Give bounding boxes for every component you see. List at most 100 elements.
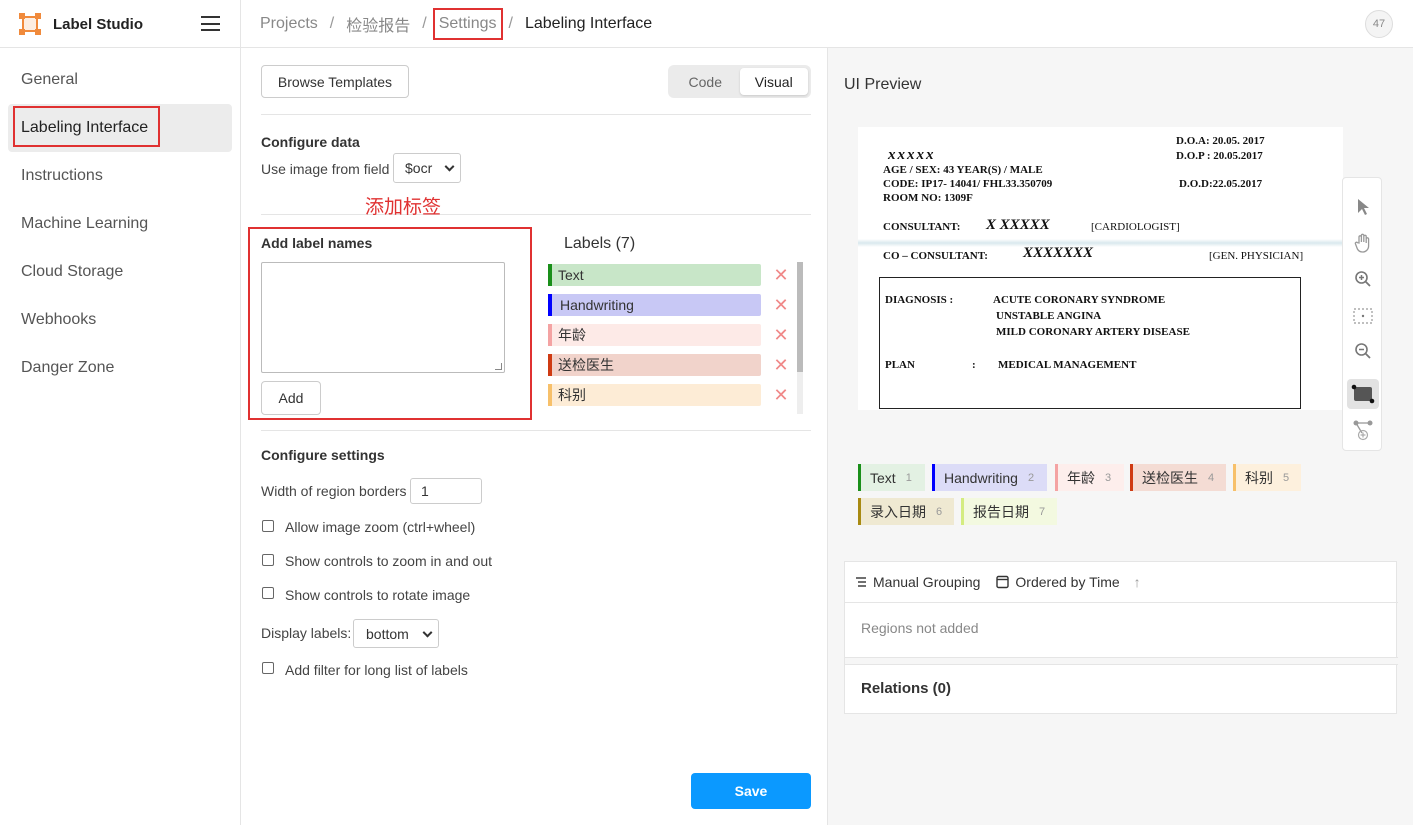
manual-grouping-label: Manual Grouping — [873, 574, 981, 590]
preview-label-name: Handwriting — [944, 469, 1018, 486]
doc-doa: D.O.A: 20.05. 2017 — [1176, 135, 1265, 147]
avatar[interactable]: 47 — [1365, 10, 1393, 38]
preview-label-hotkey: 7 — [1039, 505, 1046, 518]
rectangle-tool-icon[interactable] — [1347, 379, 1379, 409]
label-filter-checkbox[interactable] — [262, 662, 274, 674]
label-name: 送检医生 — [558, 357, 614, 373]
list-icon — [856, 577, 866, 587]
document-image[interactable]: xxxxx D.O.A: 20.05. 2017 D.O.P : 20.05.2… — [858, 127, 1343, 410]
breadcrumb-project[interactable]: 检验报告 — [346, 12, 410, 36]
relation-tool-icon[interactable] — [1347, 415, 1379, 445]
sidebar-item-instructions[interactable]: Instructions — [8, 152, 232, 200]
delete-label-icon[interactable]: ✕ — [768, 292, 794, 318]
label-chip[interactable]: Text — [548, 264, 761, 286]
sidebar-item-machine-learning[interactable]: Machine Learning — [8, 200, 232, 248]
annotation-note: 添加标签 — [365, 197, 442, 218]
doc-gen-physician: [GEN. PHYSICIAN] — [1209, 250, 1304, 262]
label-name: 科别 — [558, 387, 586, 403]
preview-label-chip[interactable]: Handwriting 2 — [932, 464, 1047, 491]
preview-label-name: 送检医生 — [1142, 469, 1198, 486]
tab-code[interactable]: Code — [671, 68, 740, 95]
add-label-names-title: Add label names — [261, 235, 373, 251]
label-item: Text ✕ — [548, 262, 803, 292]
doc-diag1: ACUTE CORONARY SYNDROME — [993, 294, 1166, 306]
sidebar-item-labeling-interface[interactable]: Labeling Interface — [8, 104, 232, 152]
sidebar-item-webhooks[interactable]: Webhooks — [8, 296, 232, 344]
image-zoom-checkbox[interactable] — [262, 520, 274, 532]
preview-label-name: Text — [870, 469, 896, 486]
resize-grip-icon[interactable] — [495, 363, 502, 370]
zoom-controls-checkbox[interactable] — [262, 554, 274, 566]
config-panel: Browse Templates Code Visual Configure d… — [241, 48, 828, 825]
label-item: 送检医生 ✕ — [548, 352, 803, 382]
breadcrumb-settings[interactable]: Settings — [432, 8, 503, 40]
divider — [261, 430, 811, 431]
label-chip[interactable]: 送检医生 — [548, 354, 761, 376]
preview-label-hotkey: 6 — [936, 505, 943, 518]
delete-label-icon[interactable]: ✕ — [768, 262, 794, 288]
doc-plan-colon: : — [972, 359, 976, 371]
menu-icon[interactable] — [201, 16, 220, 31]
image-zoom-label: Allow image zoom (ctrl+wheel) — [285, 519, 476, 535]
preview-label-chip[interactable]: 科别 5 — [1233, 464, 1301, 491]
sort-arrow-up-icon[interactable]: ↑ — [1134, 574, 1141, 590]
preview-label-chip[interactable]: 报告日期 7 — [961, 498, 1057, 525]
manual-grouping-button[interactable]: Manual Grouping — [855, 574, 980, 590]
brand[interactable]: Label Studio — [0, 0, 241, 48]
label-names-textarea[interactable] — [261, 262, 505, 373]
rotate-controls-label: Show controls to rotate image — [285, 587, 471, 603]
preview-label-chip[interactable]: Text 1 — [858, 464, 925, 491]
sidebar-item-danger-zone[interactable]: Danger Zone — [8, 344, 232, 392]
patient-name: xxxxx — [888, 147, 936, 163]
regions-header: Manual Grouping Ordered by Time ↑ — [845, 562, 1398, 603]
pan-hand-icon[interactable] — [1347, 228, 1379, 258]
preview-label-chip[interactable]: 录入日期 6 — [858, 498, 954, 525]
ordered-by-time-label: Ordered by Time — [1015, 574, 1120, 590]
fit-to-screen-icon[interactable] — [1347, 301, 1379, 331]
sidebar-item-general[interactable]: General — [8, 56, 232, 104]
region-border-input[interactable]: 1 — [410, 478, 482, 504]
top-bar: Label Studio Projects / 检验报告 / Settings … — [0, 0, 1413, 48]
delete-label-icon[interactable]: ✕ — [768, 382, 794, 408]
zoom-out-icon[interactable] — [1347, 336, 1379, 366]
rotate-controls-checkbox[interactable] — [262, 587, 274, 599]
ordered-by-time-button[interactable]: Ordered by Time — [996, 574, 1120, 590]
doc-co-name: XXXXXXX — [1023, 245, 1094, 261]
preview-title: UI Preview — [844, 76, 922, 93]
label-list-scrollbar[interactable] — [797, 262, 803, 414]
browse-templates-button[interactable]: Browse Templates — [261, 65, 409, 98]
doc-age: AGE / SEX: 43 YEAR(S) / MALE — [883, 164, 1043, 176]
tab-visual[interactable]: Visual — [739, 68, 808, 95]
region-border-label: Width of region borders — [261, 483, 407, 499]
pointer-icon[interactable] — [1347, 192, 1379, 222]
preview-label-chip[interactable]: 年龄 3 — [1055, 464, 1124, 491]
zoom-in-icon[interactable] — [1347, 264, 1379, 294]
image-field-value: $ocr — [405, 160, 433, 176]
preview-label-name: 报告日期 — [973, 503, 1029, 520]
label-chip[interactable]: 年龄 — [548, 324, 761, 346]
label-name: Text — [558, 267, 584, 283]
label-chip[interactable]: 科别 — [548, 384, 761, 406]
image-field-select[interactable]: $ocr — [393, 153, 461, 183]
breadcrumb-projects[interactable]: Projects — [260, 15, 318, 33]
preview-label-chip[interactable]: 送检医生 4 — [1130, 464, 1226, 491]
breadcrumb-current: Labeling Interface — [524, 15, 653, 32]
save-button[interactable]: Save — [691, 773, 811, 809]
label-item: 科别 ✕ — [548, 382, 803, 412]
delete-label-icon[interactable]: ✕ — [768, 352, 794, 378]
doc-diag3: MILD CORONARY ARTERY DISEASE — [996, 326, 1190, 338]
preview-label-hotkey: 4 — [1208, 471, 1215, 484]
scrollbar-thumb[interactable] — [797, 262, 803, 372]
add-label-button[interactable]: Add — [261, 381, 321, 415]
doc-cardiologist: [CARDIOLOGIST] — [1091, 221, 1180, 233]
relations-title[interactable]: Relations (0) — [861, 680, 951, 697]
delete-label-icon[interactable]: ✕ — [768, 322, 794, 348]
preview-label-hotkey: 5 — [1283, 471, 1290, 484]
configure-settings-title: Configure settings — [261, 447, 385, 463]
label-chip[interactable]: Handwriting — [548, 294, 761, 316]
sidebar-item-cloud-storage[interactable]: Cloud Storage — [8, 248, 232, 296]
divider — [261, 114, 811, 115]
label-name: Handwriting — [560, 297, 634, 313]
display-labels-select[interactable]: bottom — [353, 619, 439, 648]
preview-label-hotkey: 3 — [1105, 471, 1112, 484]
